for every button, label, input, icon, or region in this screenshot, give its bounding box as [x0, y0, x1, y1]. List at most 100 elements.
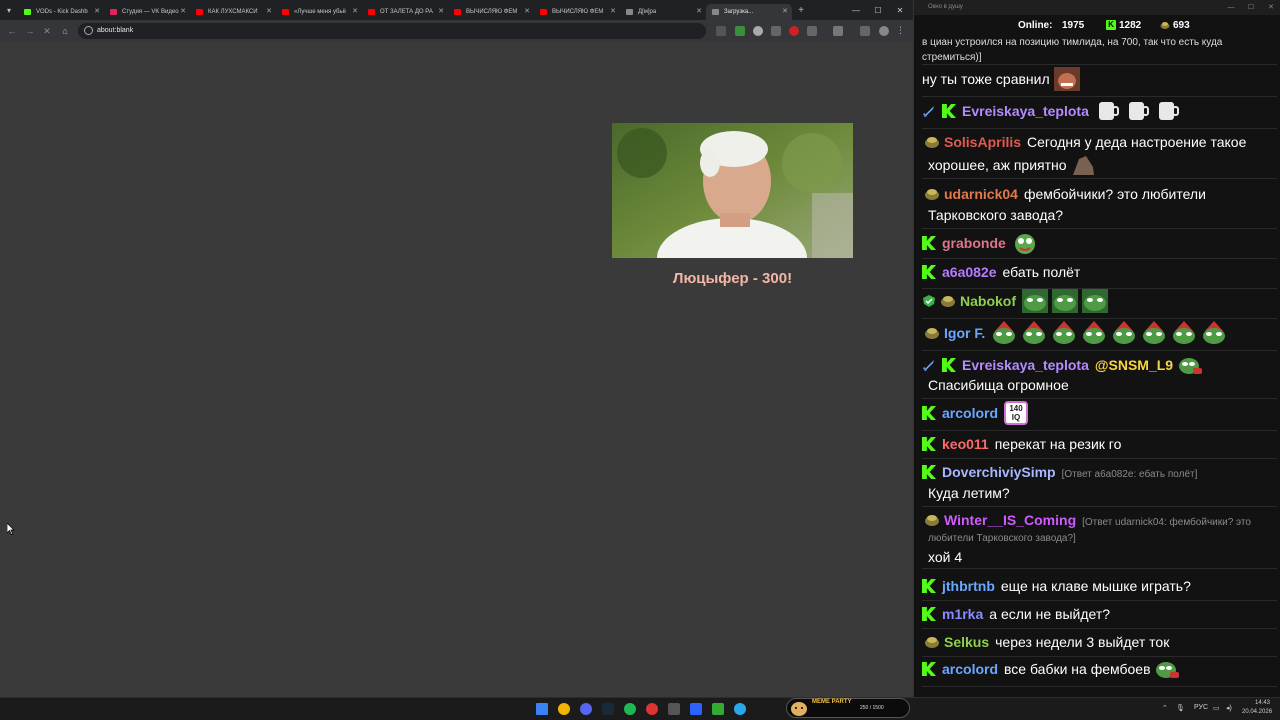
telegram-icon[interactable]	[734, 703, 746, 715]
extension-icon[interactable]	[735, 26, 745, 36]
emote-icon	[993, 321, 1016, 344]
emote-icon	[1053, 67, 1080, 91]
new-tab-button[interactable]: +	[792, 5, 810, 16]
obs-icon[interactable]	[646, 703, 658, 715]
chat-username[interactable]: keo011	[942, 436, 989, 452]
reading-list-icon[interactable]	[860, 26, 870, 36]
chat-username[interactable]: a6a082e	[942, 264, 997, 280]
chat-message: в циан устроился на позицию тимлида, на …	[922, 35, 1277, 65]
stop-loading-icon[interactable]: ✕	[40, 24, 54, 38]
browser-tab[interactable]: «Лучше меня убьё ✕	[276, 4, 362, 20]
chat-username[interactable]: jthbrtnb	[942, 578, 995, 594]
meme-party-widget: MEME PARTY	[786, 698, 910, 718]
tab-title: Д[м]ра	[638, 9, 657, 15]
emote-icon	[1014, 234, 1035, 254]
chat-username[interactable]: arcolord	[942, 661, 998, 677]
minimize-icon[interactable]: —	[1222, 0, 1240, 15]
chrome-icon[interactable]	[558, 703, 570, 715]
browser-tab[interactable]: Д[м]ра ✕	[620, 4, 706, 20]
browser-tab[interactable]: Студия — VK Видео ✕	[104, 4, 190, 20]
reply-reference[interactable]: [Ответ udarnick04: фембойчики? это	[1082, 517, 1251, 528]
address-bar[interactable]: about:blank	[78, 23, 706, 39]
chat-mention[interactable]: @SNSM_L9	[1095, 357, 1173, 373]
tab-favicon-icon	[712, 9, 719, 15]
tab-favicon-icon	[110, 9, 117, 15]
maximize-icon[interactable]: ☐	[867, 0, 889, 20]
download-icon[interactable]	[833, 26, 843, 36]
clock-date[interactable]: 20.04.2026	[1242, 709, 1272, 715]
browser-tab[interactable]: ВЫЧИСЛЯЮ ФЕМ ✕	[448, 4, 534, 20]
tab-close-icon[interactable]: ✕	[524, 4, 530, 20]
tab-title: «Лучше меня убьё	[294, 9, 346, 15]
extension-icon[interactable]	[716, 26, 726, 36]
chat-username[interactable]: udarnick04	[944, 186, 1018, 202]
chat-username[interactable]: Igor F.	[944, 325, 985, 341]
tab-close-icon[interactable]: ✕	[266, 4, 272, 20]
chat-username[interactable]: m1rka	[942, 606, 983, 622]
close-icon[interactable]: ✕	[889, 0, 911, 20]
chat-username[interactable]: arcolord	[942, 405, 998, 421]
network-icon[interactable]: ▭	[1213, 704, 1220, 712]
browser-window: ▾ VODs - Kick Dashb ✕ Студия — VK Видео ✕ КА…	[0, 0, 913, 697]
chat-username[interactable]: SolisAprilis	[944, 134, 1021, 150]
home-icon[interactable]: ⌂	[58, 24, 72, 38]
chat-username[interactable]: DoverchiviySimp	[942, 464, 1056, 480]
tab-close-icon[interactable]: ✕	[610, 4, 616, 20]
tab-close-icon[interactable]: ✕	[180, 4, 186, 20]
minimize-icon[interactable]: —	[845, 0, 867, 20]
message-text: а если не выйдет?	[989, 606, 1111, 622]
language-indicator[interactable]: РУС	[1194, 704, 1208, 711]
message-text: хой 4	[928, 549, 963, 565]
chat-username[interactable]: Selkus	[944, 634, 989, 650]
browser-tab[interactable]: ОТ ЗАЛЕТА ДО РА ✕	[362, 4, 448, 20]
app-icon[interactable]	[690, 703, 702, 715]
browser-tab[interactable]: VODs - Kick Dashb ✕	[18, 4, 104, 20]
tab-close-icon[interactable]: ✕	[438, 4, 444, 20]
clock-time[interactable]: 14:43	[1242, 700, 1270, 706]
steam-icon[interactable]	[602, 703, 614, 715]
tab-search-button[interactable]: ▾	[0, 0, 18, 20]
message-text: Сегодня у деда настроение такое	[1027, 134, 1247, 150]
extensions-puzzle-icon[interactable]	[807, 26, 817, 36]
browser-tab[interactable]: КАК ЛУХСМАКСИ ✕	[190, 4, 276, 20]
extension-icon[interactable]	[789, 26, 799, 36]
chat-username[interactable]: Evreiskaya_teplota	[962, 103, 1089, 119]
tab-close-icon[interactable]: ✕	[94, 4, 100, 20]
app-icon[interactable]	[712, 703, 724, 715]
message-text: в циан устроился на позицию тимлида, на …	[922, 37, 1223, 48]
close-icon[interactable]: ✕	[1262, 0, 1280, 15]
reply-reference[interactable]: [Ответ a6a082e: ебать полёт]	[1062, 469, 1198, 480]
forward-icon[interactable]: →	[23, 24, 37, 38]
chat-username[interactable]: Evreiskaya_teplota	[962, 357, 1089, 373]
chat-username[interactable]: grabonde	[942, 235, 1006, 251]
message-text: Спасибища огромное	[928, 377, 1069, 393]
tab-close-icon[interactable]: ✕	[782, 4, 788, 20]
menu-kebab-icon[interactable]: ⋮	[896, 25, 906, 35]
maximize-icon[interactable]: ☐	[1242, 0, 1260, 15]
microphone-icon[interactable]: 🎙	[1176, 704, 1185, 712]
app-icon[interactable]	[668, 703, 680, 715]
message-text: стремиться)]	[922, 52, 982, 63]
tray-chevron-icon[interactable]: ⌃	[1162, 704, 1168, 712]
alert-image	[612, 123, 853, 258]
browser-tab[interactable]: ВЫЧИСЛЯЮ ФЕМ ✕	[534, 4, 620, 20]
kick-follower-count: 1282	[1119, 20, 1142, 31]
site-info-icon[interactable]	[84, 26, 93, 35]
tab-close-icon[interactable]: ✕	[696, 4, 702, 20]
browser-tab[interactable]: Загрузка... ✕	[706, 4, 792, 20]
spotify-icon[interactable]	[624, 703, 636, 715]
message-text: фембойчики? это любители	[1023, 186, 1206, 202]
profile-avatar-icon[interactable]	[879, 26, 889, 36]
chat-username[interactable]: Winter__IS_Coming	[944, 512, 1076, 528]
extension-icon[interactable]	[771, 26, 781, 36]
start-menu-icon[interactable]	[536, 703, 548, 715]
chat-message: Selkus через недели 3 выйдет ток	[922, 631, 1277, 657]
back-icon[interactable]: ←	[5, 24, 19, 38]
chat-message: a6a082e ебать полёт	[922, 261, 1277, 289]
extension-icon[interactable]	[753, 26, 763, 36]
chat-username[interactable]: Nabokof	[960, 293, 1016, 309]
volume-icon[interactable]: ◂)	[1226, 704, 1232, 712]
discord-icon[interactable]	[580, 703, 592, 715]
emote-icon	[1022, 289, 1048, 313]
tab-close-icon[interactable]: ✕	[352, 4, 358, 20]
